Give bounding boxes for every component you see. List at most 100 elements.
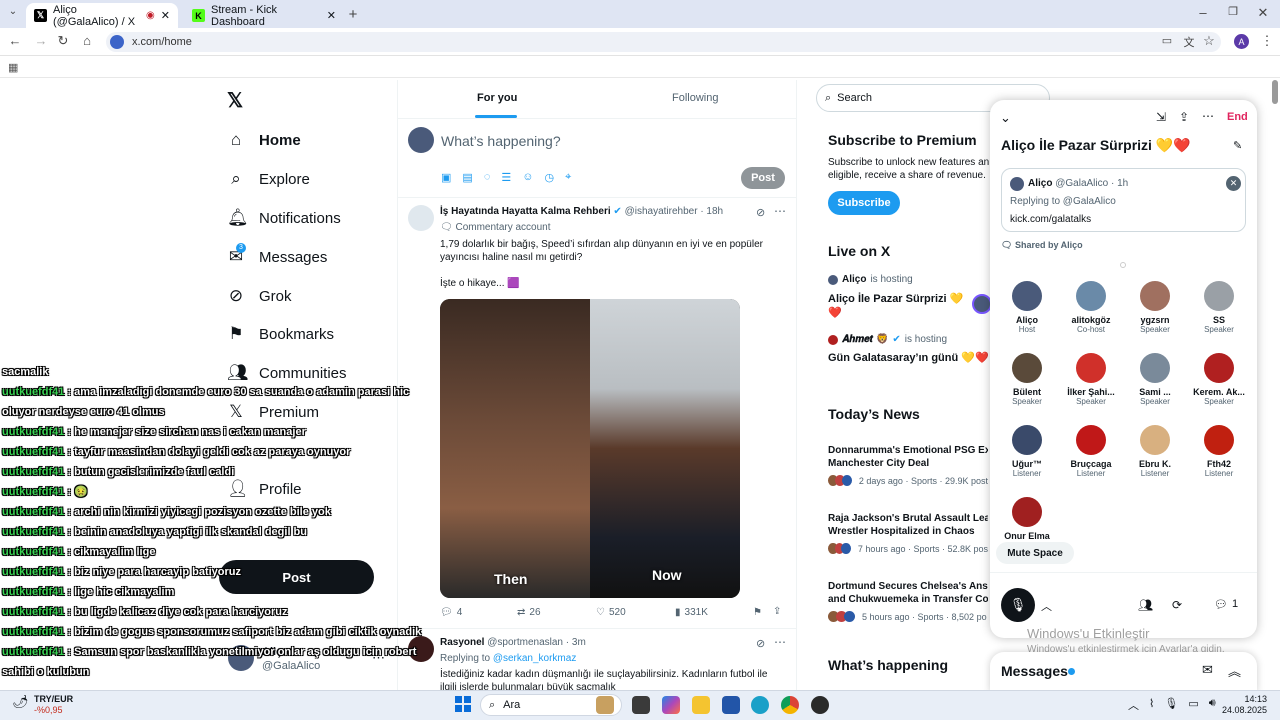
space-participant[interactable]: Sami ... Speaker bbox=[1125, 353, 1185, 406]
forward-icon[interactable]: → bbox=[32, 33, 50, 48]
minimize-space-icon[interactable]: ⇲ bbox=[1156, 110, 1166, 124]
more-menu-icon[interactable]: ⋮ bbox=[1258, 33, 1276, 49]
obs-icon[interactable] bbox=[811, 696, 829, 714]
clock-time[interactable]: 14:13 bbox=[1227, 694, 1267, 704]
space-participant[interactable]: Bülent Speaker bbox=[997, 353, 1057, 406]
live-item-title[interactable]: Aliço İle Pazar Sürprizi 💛 bbox=[828, 292, 963, 305]
x-logo-icon[interactable]: 𝕏 bbox=[227, 88, 243, 113]
emoji-icon[interactable]: ☺ bbox=[522, 171, 533, 184]
remove-shared-icon[interactable]: ✕ bbox=[1226, 176, 1241, 191]
volume-icon[interactable]: 🔊︎ bbox=[1209, 697, 1216, 713]
expand-icon[interactable]: ︽ bbox=[1228, 661, 1241, 680]
cast-icon[interactable]: ▭ bbox=[1158, 34, 1176, 47]
nav-grok[interactable]: ⊘ Grok bbox=[227, 286, 292, 306]
host-name[interactable]: 𝑨𝒉𝒎𝒆𝒕 🦁 bbox=[842, 334, 888, 345]
space-participant[interactable]: Onur Elma bbox=[997, 497, 1057, 541]
tab-for-you[interactable]: For you bbox=[477, 92, 517, 104]
tab-following[interactable]: Following bbox=[672, 92, 718, 104]
poll-icon[interactable]: ☰ bbox=[501, 171, 511, 184]
space-participant[interactable]: Fth42 Listener bbox=[1189, 425, 1249, 478]
space-participant[interactable]: ygzsrn Speaker bbox=[1125, 281, 1185, 334]
location-icon[interactable]: ⌖ bbox=[565, 171, 571, 184]
tweet-image[interactable]: Then Now bbox=[440, 299, 740, 598]
nav-premium[interactable]: 𝕏 Premium bbox=[227, 402, 319, 422]
tweet-time[interactable]: · 18h bbox=[700, 206, 723, 217]
repost-icon[interactable]: ⟳ bbox=[1172, 598, 1182, 612]
subscribe-button[interactable]: Subscribe bbox=[828, 191, 900, 215]
apps-grid-icon[interactable]: ▦ bbox=[8, 61, 18, 74]
like-action[interactable]: ♡ 520 bbox=[596, 607, 626, 618]
news-item[interactable]: Raja Jackson's Brutal Assault Leav Wrestl… bbox=[828, 512, 988, 554]
new-message-icon[interactable]: ✉ bbox=[1202, 662, 1213, 678]
maximize-icon[interactable]: ❐ bbox=[1224, 5, 1242, 18]
nav-explore[interactable]: ⌕ Explore bbox=[227, 169, 310, 189]
composer-input[interactable]: What’s happening? bbox=[441, 133, 561, 149]
messages-dock[interactable]: Messages ✉ ︽ bbox=[990, 652, 1257, 692]
tweet-more-icon[interactable]: ⋯ bbox=[774, 204, 786, 218]
gif-icon[interactable]: ▤ bbox=[462, 171, 472, 184]
tweet-more-icon[interactable]: ⋯ bbox=[774, 635, 786, 649]
composer-post-button[interactable]: Post bbox=[741, 167, 785, 189]
reply-to-link[interactable]: @serkan_korkmaz bbox=[493, 653, 577, 664]
back-icon[interactable]: ← bbox=[6, 33, 24, 48]
site-info-icon[interactable] bbox=[110, 35, 124, 49]
space-participant[interactable]: Bruçcaga Listener bbox=[1061, 425, 1121, 478]
space-participant[interactable]: Kerem. Ak... Speaker bbox=[1189, 353, 1249, 406]
grok-icon[interactable]: ◌ bbox=[484, 171, 491, 184]
bookmark-icon[interactable]: ⚑ bbox=[753, 607, 762, 618]
file-explorer-icon[interactable] bbox=[692, 696, 710, 714]
space-participant[interactable]: Aliço Host bbox=[997, 281, 1057, 334]
news-item[interactable]: Donnarumma's Emotional PSG Exi Manchester… bbox=[828, 444, 988, 486]
grok-icon[interactable]: ⊘ bbox=[756, 637, 765, 650]
edge-icon[interactable] bbox=[751, 696, 769, 714]
live-avatar[interactable] bbox=[972, 294, 992, 314]
close-tab-icon[interactable]: ✕ bbox=[327, 9, 336, 22]
mic-tray-icon[interactable]: 🎙︎ bbox=[1164, 697, 1178, 713]
grok-icon[interactable]: ⊘ bbox=[756, 206, 765, 219]
store-icon[interactable] bbox=[722, 696, 740, 714]
shared-link[interactable]: kick.com/galatalks bbox=[1010, 214, 1091, 225]
new-tab-icon[interactable]: + bbox=[344, 6, 362, 23]
tweet-avatar[interactable] bbox=[408, 205, 434, 231]
search-highlight-icon[interactable] bbox=[596, 696, 614, 714]
tweet-time[interactable]: · 3m bbox=[566, 637, 586, 648]
collapse-icon[interactable]: ⌄ bbox=[1000, 110, 1011, 126]
task-view-icon[interactable] bbox=[632, 696, 650, 714]
space-participant[interactable]: Uğur™ Listener bbox=[997, 425, 1057, 478]
space-participant[interactable]: SS Speaker bbox=[1189, 281, 1249, 334]
scrollbar-thumb[interactable] bbox=[1272, 80, 1278, 104]
reply-action[interactable]: 💬︎ 4 bbox=[440, 607, 462, 618]
live-item-title[interactable]: Gün Galatasaray’ın günü 💛❤️ bbox=[828, 351, 989, 364]
nav-profile[interactable]: 👤︎ Profile bbox=[227, 479, 302, 499]
nav-bookmarks[interactable]: ⚑ Bookmarks bbox=[227, 324, 334, 344]
profile-avatar[interactable]: A bbox=[1234, 34, 1249, 49]
browser-tab-kick[interactable]: K Stream - Kick Dashboard ✕ bbox=[184, 3, 344, 28]
close-tab-icon[interactable]: ✕ bbox=[161, 9, 170, 22]
tweet-handle[interactable]: @ishayatirehber bbox=[625, 206, 698, 217]
browser-tab-x[interactable]: 𝕏 Aliço (@GalaAlico) / X ◉ ✕ bbox=[26, 3, 178, 28]
space-participant[interactable]: alitokgöz Co-host bbox=[1061, 281, 1121, 334]
nav-notifications[interactable]: 🔔︎ Notifications bbox=[227, 208, 341, 228]
currency-label[interactable]: TRY/EUR bbox=[34, 694, 73, 704]
share-icon[interactable]: ⇪ bbox=[773, 606, 781, 617]
tweet-author[interactable]: İş Hayatında Hayatta Kalma Rehberi bbox=[440, 206, 611, 217]
schedule-icon[interactable]: ◷ bbox=[544, 171, 554, 184]
nav-home[interactable]: ⌂ Home bbox=[227, 130, 301, 150]
repost-action[interactable]: ⇄ 26 bbox=[517, 607, 541, 618]
space-participant[interactable]: Ebru K. Listener bbox=[1125, 425, 1185, 478]
share-icon[interactable]: ⇪ bbox=[1179, 110, 1189, 124]
windows-start-icon[interactable] bbox=[455, 696, 471, 712]
url-input[interactable]: x.com/home bbox=[106, 32, 1221, 52]
minimize-icon[interactable]: – bbox=[1194, 5, 1212, 20]
reload-icon[interactable]: ↻ bbox=[54, 33, 72, 49]
space-more-icon[interactable]: ⋯ bbox=[1202, 109, 1214, 123]
tab-search-icon[interactable]: ⌄ bbox=[4, 6, 22, 17]
media-icon[interactable]: ▣ bbox=[441, 171, 451, 184]
people-icon[interactable]: 👥︎ bbox=[1138, 598, 1153, 612]
end-space-button[interactable]: End bbox=[1227, 111, 1248, 123]
chevron-up-icon[interactable]: ︿ bbox=[1041, 598, 1052, 614]
shared-post-card[interactable]: Aliço @GalaAlico · 1h Replying to @GalaA… bbox=[1001, 168, 1246, 232]
tray-chevron-icon[interactable]: ︿ bbox=[1128, 697, 1139, 713]
network-icon[interactable]: ⌇ bbox=[1149, 697, 1154, 713]
window-close-icon[interactable]: ✕ bbox=[1254, 5, 1272, 21]
